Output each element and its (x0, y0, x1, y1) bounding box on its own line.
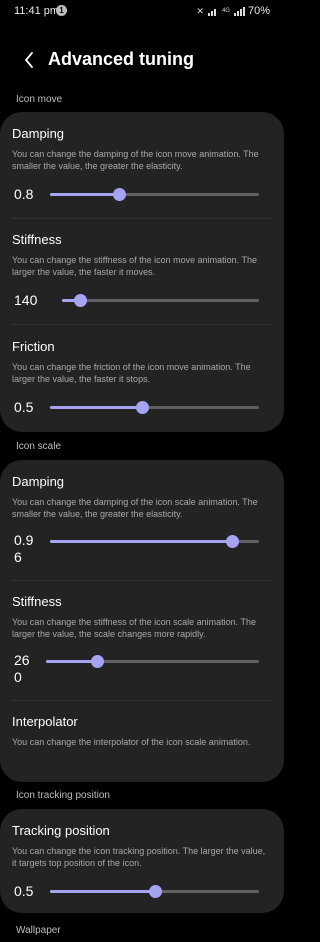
setting-title: Interpolator (12, 714, 78, 729)
setting-damping-scale: Damping You can change the damping of th… (12, 474, 272, 520)
divider (12, 700, 272, 701)
setting-stiffness-move: Stiffness You can change the stiffness o… (12, 232, 272, 278)
notification-badge: 1 (56, 5, 67, 16)
friction-move-slider[interactable] (50, 399, 259, 415)
value-line: 26 (14, 652, 30, 668)
back-button[interactable] (18, 48, 42, 72)
slider-thumb[interactable] (225, 535, 239, 548)
setting-title: Friction (12, 339, 55, 354)
slider-fill (50, 890, 155, 893)
value-label: 0.9 6 (14, 532, 33, 566)
slider-fill (50, 406, 142, 409)
section-label-icon-scale: Icon scale (16, 441, 62, 452)
setting-description: You can change the friction of the icon … (12, 362, 251, 384)
network-type-label: 4G (221, 8, 230, 14)
page-title: Advanced tuning (48, 49, 195, 69)
setting-title: Stiffness (12, 594, 62, 609)
setting-friction-move: Friction You can change the friction of … (12, 339, 272, 385)
divider (12, 218, 272, 219)
setting-description: You can change the stiffness of the icon… (12, 617, 256, 639)
value-line: 6 (14, 549, 22, 565)
divider (12, 580, 272, 581)
value-label: 0.5 (14, 399, 34, 415)
slider-thumb[interactable] (112, 188, 126, 201)
setting-damping-move: Damping You can change the damping of th… (12, 126, 272, 172)
setting-title: Damping (12, 474, 65, 489)
slider-track (62, 299, 259, 302)
setting-description: You can change the damping of the icon m… (12, 149, 259, 171)
section-label-wallpaper: Wallpaper (16, 925, 61, 936)
stiffness-scale-slider[interactable] (46, 653, 259, 669)
stiffness-move-slider[interactable] (62, 292, 259, 308)
section-label-icon-tracking: Icon tracking position (16, 790, 110, 801)
slider-fill (46, 660, 98, 663)
setting-tracking-position: Tracking position You can change the ico… (12, 823, 272, 869)
divider (12, 324, 272, 325)
value-label: 0.5 (14, 883, 34, 899)
value-line: 0 (14, 669, 22, 685)
slider-thumb[interactable] (135, 401, 149, 414)
mute-icon: ✕ (196, 5, 204, 16)
status-time: 11:41 pm (14, 5, 60, 17)
setting-title: Tracking position (12, 823, 110, 838)
app-header: Advanced tuning (0, 40, 284, 80)
card-icon-move: Damping You can change the damping of th… (0, 112, 284, 432)
value-label: 0.8 (14, 186, 34, 202)
setting-description: You can change the icon tracking positio… (12, 846, 266, 868)
slider-fill (50, 193, 119, 196)
card-icon-tracking: Tracking position You can change the ico… (0, 809, 284, 913)
setting-title: Stiffness (12, 232, 62, 247)
setting-interpolator[interactable]: Interpolator You can change the interpol… (12, 714, 272, 748)
tracking-position-slider[interactable] (50, 883, 259, 899)
section-label-icon-move: Icon move (16, 94, 63, 105)
setting-description: You can change the stiffness of the icon… (12, 255, 257, 277)
value-label: 140 (14, 292, 38, 308)
status-icons: ✕ 4G 70% (196, 5, 270, 17)
wifi-signal-icon (207, 7, 218, 16)
setting-title: Damping (12, 126, 65, 141)
value-label: 26 0 (14, 652, 30, 686)
slider-fill (50, 540, 232, 543)
damping-scale-slider[interactable] (50, 533, 259, 549)
cell-signal-icon (233, 6, 245, 16)
slider-thumb[interactable] (91, 655, 105, 668)
damping-move-slider[interactable] (50, 186, 259, 202)
setting-description: You can change the damping of the icon s… (12, 497, 258, 519)
setting-stiffness-scale: Stiffness You can change the stiffness o… (12, 594, 272, 640)
card-icon-scale: Damping You can change the damping of th… (0, 460, 284, 782)
value-line: 0.9 (14, 532, 34, 548)
status-bar: 11:41 pm 1 ✕ 4G 70% (0, 0, 284, 24)
slider-thumb[interactable] (73, 294, 87, 307)
slider-thumb[interactable] (148, 885, 162, 898)
battery-level: 70% (247, 5, 270, 17)
setting-description: You can change the interpolator of the i… (12, 737, 251, 747)
chevron-left-icon (25, 52, 33, 68)
